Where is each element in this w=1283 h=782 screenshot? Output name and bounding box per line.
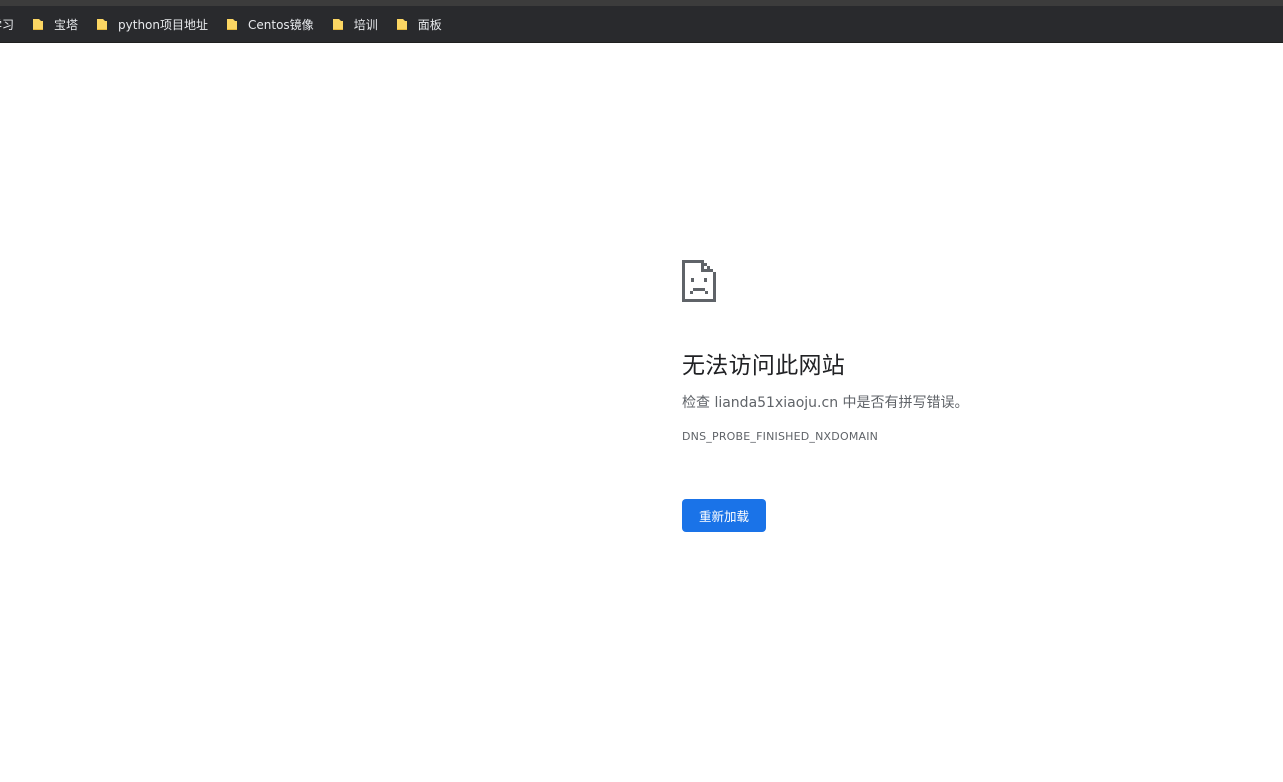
bookmark-label: Centos镜像 (248, 17, 314, 32)
bookmark-study[interactable]: 学习 (0, 10, 22, 38)
suggestion-prefix: 检查 (682, 395, 715, 411)
bookmark-training[interactable]: 培训 (324, 10, 386, 38)
bookmark-centos-mirror[interactable]: Centos镜像 (218, 10, 322, 38)
folder-icon (396, 18, 407, 30)
bookmark-label: 宝塔 (54, 17, 79, 32)
bookmark-baota[interactable]: 宝塔 (24, 10, 86, 38)
suggestion-suffix: 中是否有拼写错误。 (838, 395, 969, 411)
spelling-suggestion: 检查 lianda51xiaoju.cn 中是否有拼写错误。 (682, 393, 1242, 413)
error-page-content: 无法访问此网站 检查 lianda51xiaoju.cn 中是否有拼写错误。 D… (682, 260, 1242, 532)
bookmarks-bar: 学习 宝塔 python项目地址 Centos镜像 培训 面 (0, 6, 1283, 43)
error-code: DNS_PROBE_FINISHED_NXDOMAIN (682, 430, 879, 443)
bookmark-label: 面板 (417, 17, 442, 32)
bookmark-label: python项目地址 (118, 17, 209, 32)
bookmark-python-projects[interactable]: python项目地址 (88, 10, 216, 38)
folder-icon (97, 18, 108, 30)
bookmark-label: 培训 (353, 17, 378, 32)
page-title: 无法访问此网站 (682, 353, 846, 379)
bookmark-panel[interactable]: 面板 (388, 10, 450, 38)
bookmark-label: 学习 (0, 17, 15, 32)
folder-icon (33, 18, 44, 30)
folder-icon (332, 18, 343, 30)
domain-text: lianda51xiaoju.cn (714, 395, 839, 411)
folder-icon (227, 18, 238, 30)
sad-page-icon (682, 260, 716, 302)
reload-button[interactable]: 重新加载 (682, 499, 766, 532)
